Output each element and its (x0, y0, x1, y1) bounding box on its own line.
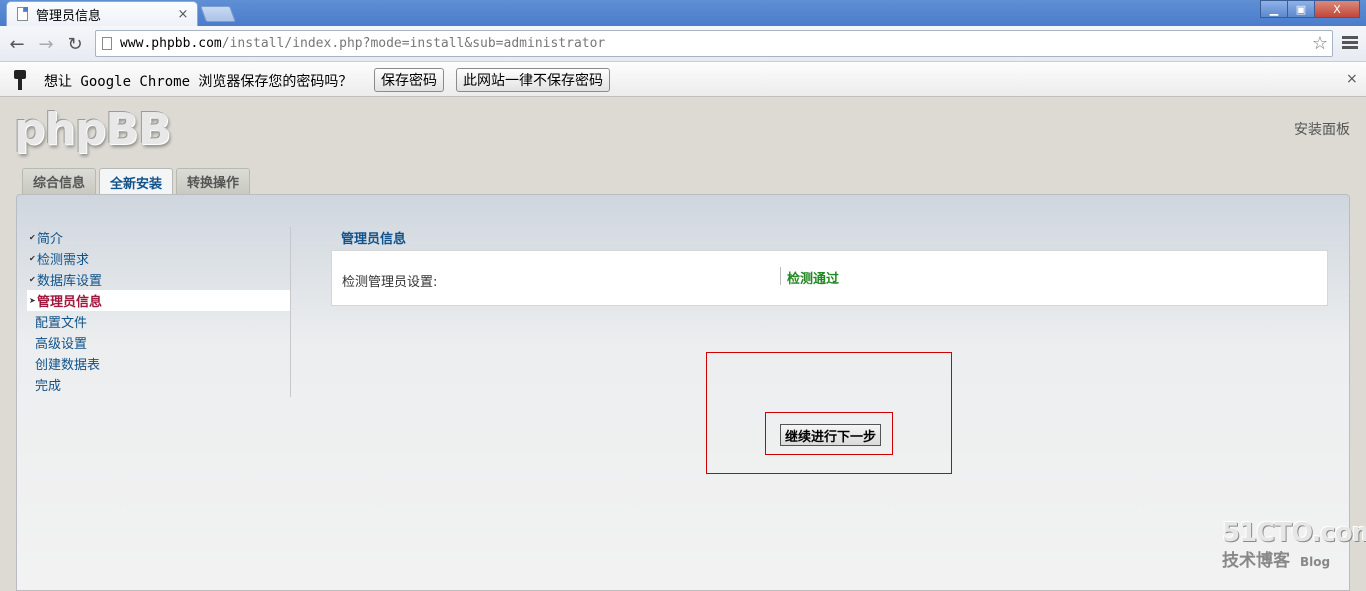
tab-overview[interactable]: 综合信息 (22, 168, 97, 194)
browser-tab[interactable]: 管理员信息 × (6, 1, 198, 26)
new-tab-button[interactable] (200, 6, 236, 22)
check-icon: ✔ (29, 254, 36, 263)
menu-icon[interactable] (1342, 36, 1358, 50)
check-icon: ✔ (29, 233, 36, 242)
section-title: 管理员信息 (341, 232, 407, 247)
next-step-button[interactable]: 继续进行下一步 (780, 424, 882, 446)
check-label: 检测管理员设置: (342, 275, 438, 290)
sidebar-item-label: 创建数据表 (35, 358, 101, 373)
back-icon[interactable]: ← (6, 33, 28, 55)
infobar-message: 想让 Google Chrome 浏览器保存您的密码吗？ (44, 74, 353, 90)
watermark-sub: 技术博客 Blog (1222, 546, 1352, 571)
tab-title: 管理员信息 (36, 8, 102, 24)
sidebar-item-label: 完成 (35, 379, 62, 394)
url-path: /install/index.php?mode=install&sub=admi… (221, 36, 606, 51)
save-password-button[interactable]: 保存密码 (374, 68, 444, 92)
sidebar-item-label: 管理员信息 (37, 295, 103, 310)
content-panel: ✔ 简介 ✔ 检测需求 ✔ 数据库设置 ➤ 管理员信息 配置文件 高级设置 创建数据表 … (16, 194, 1350, 591)
password-infobar: 想让 Google Chrome 浏览器保存您的密码吗？ 保存密码 此网站一律不… (0, 62, 1366, 97)
sidebar-item-create-table[interactable]: 创建数据表 (27, 353, 290, 374)
window-close-button[interactable]: X (1314, 0, 1360, 18)
address-bar[interactable]: www.phpbb.com/install/index.php?mode=ins… (95, 30, 1333, 57)
check-icon: ✔ (29, 275, 36, 284)
page-body: phpBB 安装面板 综合信息 全新安装 转换操作 ✔ 简介 ✔ 检测需求 ✔ 数据库… (0, 98, 1366, 591)
sidebar: ✔ 简介 ✔ 检测需求 ✔ 数据库设置 ➤ 管理员信息 配置文件 高级设置 创建数据表 … (27, 227, 291, 397)
tab-new-install[interactable]: 全新安装 (99, 168, 174, 195)
sidebar-item-label: 数据库设置 (37, 274, 103, 289)
sidebar-item-label: 检测需求 (37, 253, 90, 268)
watermark-blog: Blog (1300, 555, 1331, 569)
sidebar-item-label: 简介 (37, 232, 64, 247)
watermark-sub-text: 技术博客 (1222, 551, 1290, 571)
sidebar-item-database[interactable]: ✔ 数据库设置 (27, 269, 290, 290)
page-icon (17, 7, 28, 21)
watermark: 51CTO.com 技术博客 Blog (1222, 518, 1366, 571)
url-text: www.phpbb.com/install/index.php?mode=ins… (120, 36, 605, 51)
arrow-right-icon: ➤ (29, 296, 36, 305)
title-bar: 管理员信息 × ▁ ▣ X (0, 0, 1366, 26)
sidebar-item-label: 配置文件 (35, 316, 88, 331)
sidebar-item-advanced[interactable]: 高级设置 (27, 332, 290, 353)
minimize-button[interactable]: ▁ (1260, 0, 1288, 18)
url-host: www.phpbb.com (120, 36, 222, 51)
check-result: 检测通过 (787, 272, 840, 287)
tab-convert[interactable]: 转换操作 (176, 168, 251, 194)
window-controls: ▁ ▣ X (1260, 0, 1360, 18)
page-icon (102, 37, 112, 50)
key-icon (14, 70, 28, 90)
panel-title: 安装面板 (1294, 122, 1350, 138)
close-icon[interactable]: × (1346, 71, 1358, 87)
sidebar-item-requirements[interactable]: ✔ 检测需求 (27, 248, 290, 269)
sidebar-item-administrator[interactable]: ➤ 管理员信息 (27, 290, 290, 311)
check-result-box: 检测管理员设置: 检测通过 (331, 250, 1328, 306)
browser-toolbar: ← → ↻ www.phpbb.com/install/index.php?mo… (0, 26, 1366, 62)
sidebar-item-final[interactable]: 完成 (27, 374, 290, 395)
sidebar-item-intro[interactable]: ✔ 简介 (27, 227, 290, 248)
divider (780, 267, 781, 285)
forward-icon[interactable]: → (35, 33, 57, 55)
star-icon[interactable]: ☆ (1312, 33, 1328, 54)
sidebar-item-config[interactable]: 配置文件 (27, 311, 290, 332)
install-tabs: 综合信息 全新安装 转换操作 (22, 168, 253, 195)
close-icon[interactable]: × (175, 7, 191, 22)
sidebar-item-label: 高级设置 (35, 337, 88, 352)
reload-icon[interactable]: ↻ (64, 33, 86, 55)
never-save-button[interactable]: 此网站一律不保存密码 (456, 68, 610, 92)
logo: phpBB (14, 104, 171, 155)
restore-button[interactable]: ▣ (1287, 0, 1315, 18)
watermark-logo: 51CTO.com (1222, 518, 1366, 548)
